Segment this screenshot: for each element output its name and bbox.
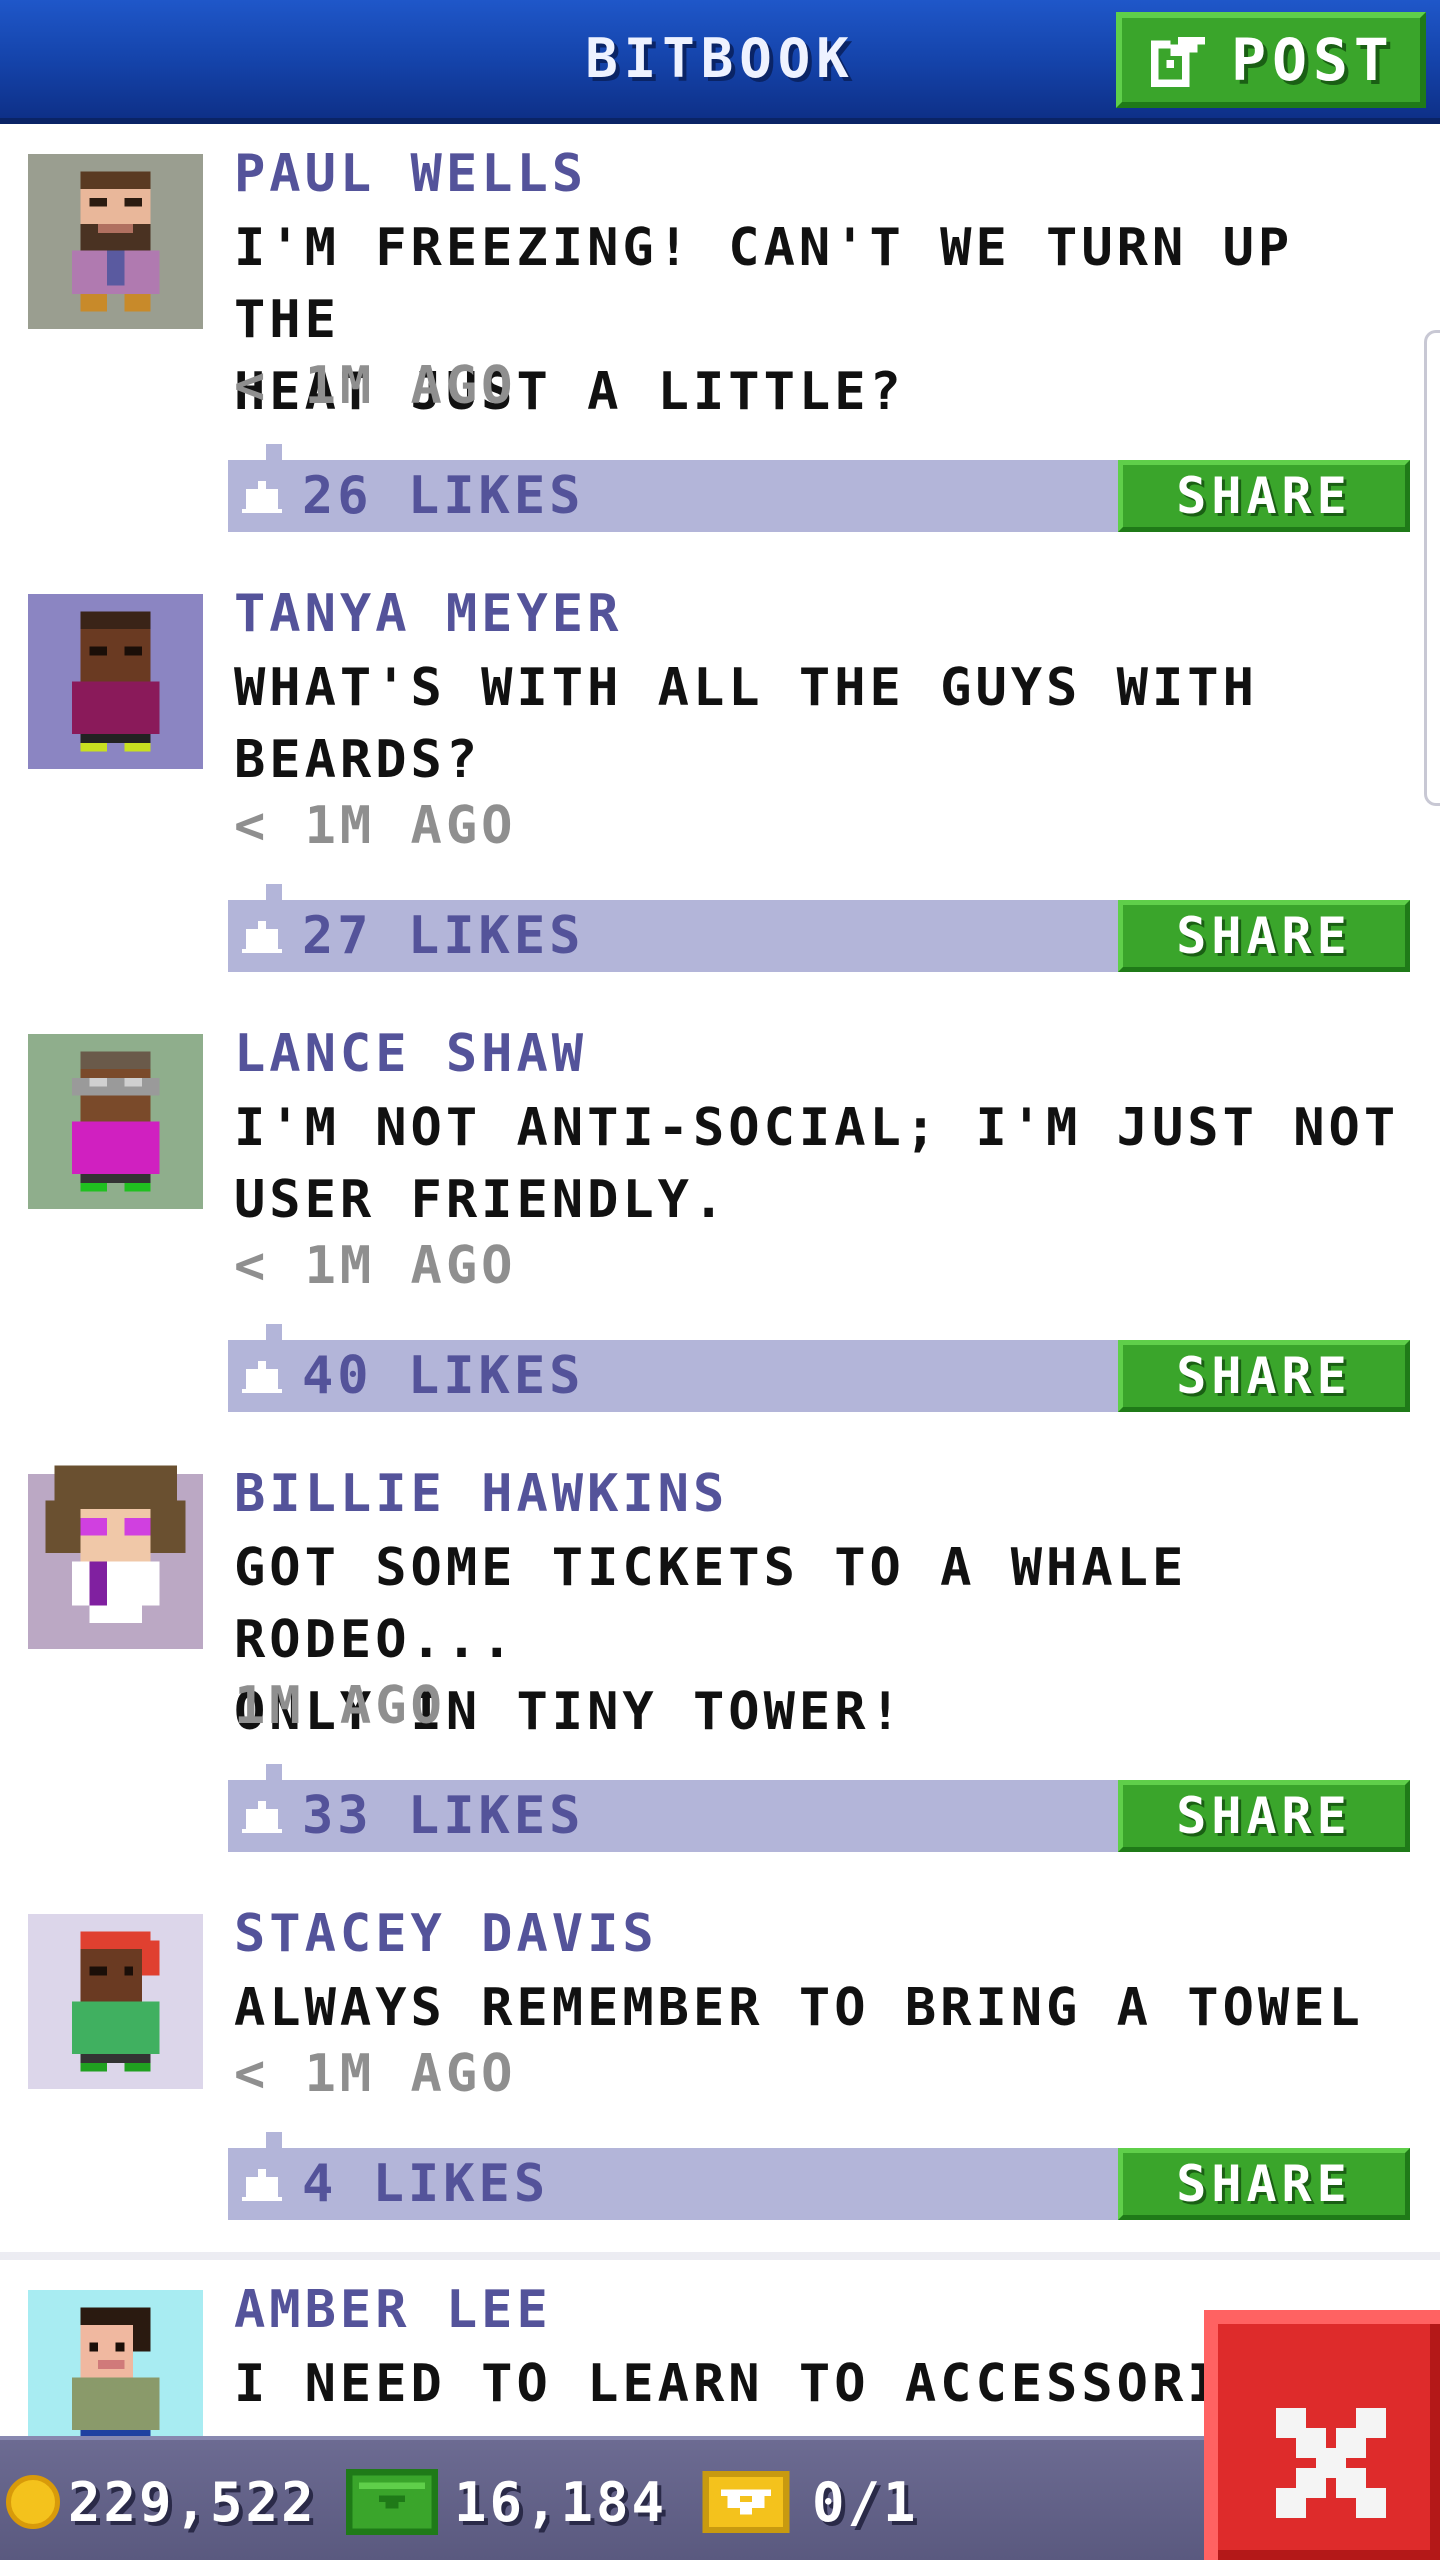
feed-post: BILLIE HAWKINS GOT SOME TICKETS TO A WHA… [0, 1444, 1440, 1892]
tickets-stat[interactable]: 0/1 [700, 2440, 919, 2560]
tickets-value: 0/1 [812, 2470, 919, 2534]
likes-count: 33 LIKES [302, 1786, 585, 1846]
news-feed[interactable]: PAUL WELLS I'M FREEZING! CAN'T WE TURN U… [0, 124, 1440, 2436]
feed-post: TANYA MEYER WHAT'S WITH ALL THE GUYS WIT… [0, 564, 1440, 1012]
post-author[interactable]: AMBER LEE [234, 2278, 552, 2342]
coins-value: 229,522 [68, 2470, 317, 2534]
likes-count: 26 LIKES [302, 466, 585, 526]
ticket-icon [702, 2471, 790, 2533]
post-time: < 1M AGO [234, 356, 517, 416]
post-button[interactable]: POST [1116, 12, 1426, 108]
post-time: 1M AGO [234, 1676, 446, 1736]
thumbs-up-icon [242, 2169, 282, 2201]
character-avatar-icon [28, 2290, 203, 2436]
post-message: I'M NOT ANTI-SOCIAL; I'M JUST NOT USER F… [234, 1098, 1400, 1230]
like-bar[interactable]: 27 LIKES SHARE [228, 884, 1410, 972]
coin-icon [6, 2475, 60, 2529]
share-button[interactable]: SHARE [1118, 1780, 1410, 1852]
thumbs-up-icon [242, 481, 282, 513]
avatar [28, 1465, 203, 1649]
post-author[interactable]: LANCE SHAW [234, 1022, 587, 1086]
share-button[interactable]: SHARE [1118, 2148, 1410, 2220]
post-author[interactable]: PAUL WELLS [234, 142, 587, 206]
like-bar[interactable]: 40 LIKES SHARE [228, 1324, 1410, 1412]
likes-count: 4 LIKES [302, 2154, 550, 2214]
post-author[interactable]: STACEY DAVIS [234, 1902, 658, 1966]
character-avatar-icon [28, 154, 203, 329]
like-bar[interactable]: 26 LIKES SHARE [228, 444, 1410, 532]
thumbs-up-icon [242, 1801, 282, 1833]
share-button[interactable]: SHARE [1118, 460, 1410, 532]
avatar [28, 1914, 203, 2089]
coins-stat: 229,522 [6, 2440, 317, 2560]
app-header: BITBOOK POST [0, 0, 1440, 124]
post-author[interactable]: TANYA MEYER [234, 582, 622, 646]
character-avatar-icon [28, 1914, 203, 2089]
feed-post: LANCE SHAW I'M NOT ANTI-SOCIAL; I'M JUST… [0, 1004, 1440, 1452]
bux-stat[interactable]: 16,184 [346, 2440, 667, 2560]
post-time: < 1M AGO [234, 2044, 517, 2104]
close-icon [1276, 2408, 1386, 2518]
bux-icon [346, 2469, 438, 2535]
character-avatar-icon [28, 1034, 203, 1209]
feed-post: STACEY DAVIS ALWAYS REMEMBER TO BRING A … [0, 1884, 1440, 2260]
post-time: < 1M AGO [234, 796, 517, 856]
character-avatar-icon [28, 1465, 203, 1649]
likes-count: 40 LIKES [302, 1346, 585, 1406]
post-author[interactable]: BILLIE HAWKINS [234, 1462, 728, 1526]
feed-post: PAUL WELLS I'M FREEZING! CAN'T WE TURN U… [0, 124, 1440, 572]
avatar [28, 594, 203, 769]
avatar [28, 1034, 203, 1209]
close-button[interactable] [1204, 2310, 1440, 2560]
likes-count: 27 LIKES [302, 906, 585, 966]
post-message: WHAT'S WITH ALL THE GUYS WITH BEARDS? [234, 658, 1258, 790]
character-avatar-icon [28, 594, 203, 769]
share-button[interactable]: SHARE [1118, 900, 1410, 972]
thumbs-up-icon [242, 1361, 282, 1393]
post-button-label: POST [1231, 26, 1395, 94]
scroll-edge [1424, 330, 1440, 806]
like-bar[interactable]: 33 LIKES SHARE [228, 1764, 1410, 1852]
post-message: ALWAYS REMEMBER TO BRING A TOWEL [234, 1978, 1364, 2038]
share-button[interactable]: SHARE [1118, 1340, 1410, 1412]
avatar [28, 2290, 203, 2436]
bux-value: 16,184 [454, 2470, 668, 2534]
thumbs-up-icon [242, 921, 282, 953]
avatar [28, 154, 203, 329]
like-bar[interactable]: 4 LIKES SHARE [228, 2132, 1410, 2220]
post-time: < 1M AGO [234, 1236, 517, 1296]
compose-icon [1151, 32, 1206, 88]
